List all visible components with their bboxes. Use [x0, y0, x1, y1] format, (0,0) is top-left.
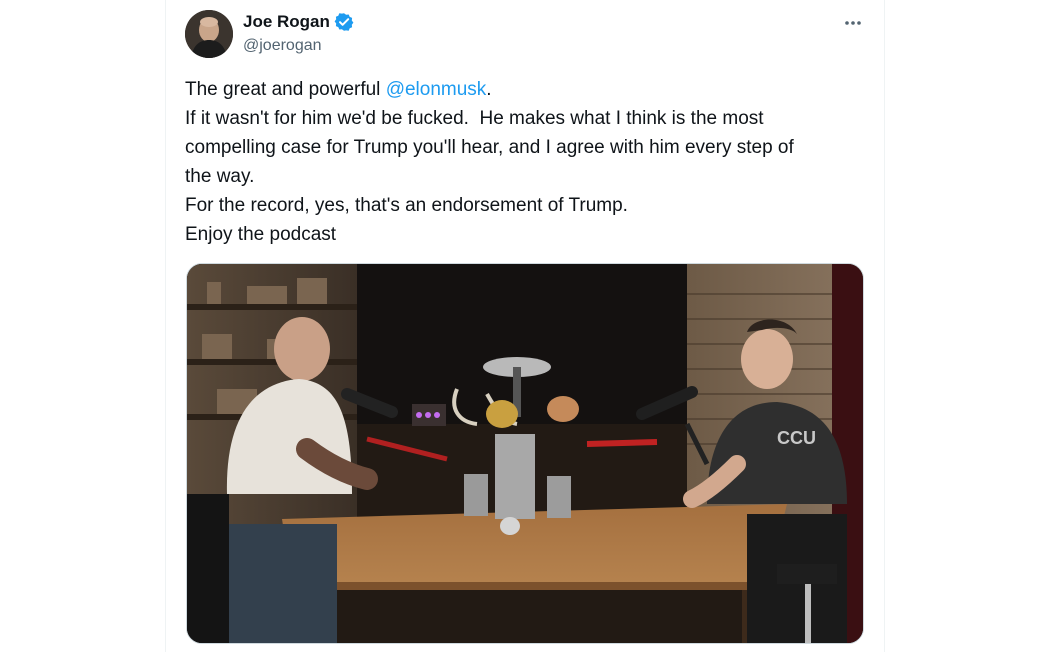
- tweet-text-line: Enjoy the podcast: [185, 224, 337, 245]
- text-segment: The great and powerful: [185, 79, 386, 100]
- tweet-text-line: If it wasn't for him we'd be fucked. He …: [185, 108, 764, 129]
- mention-link[interactable]: @elonmusk: [386, 79, 487, 100]
- avatar[interactable]: [185, 10, 233, 58]
- tweet-text-line: the way.: [185, 166, 255, 187]
- tweet-text: The great and powerful @elonmusk. If it …: [185, 75, 855, 249]
- tweet-media-photo[interactable]: CCU: [186, 263, 864, 644]
- verified-badge-icon: [334, 12, 354, 32]
- avatar-photo: [185, 10, 233, 58]
- author-handle[interactable]: @joerogan: [243, 36, 322, 56]
- more-options-button[interactable]: [838, 8, 868, 38]
- author-name[interactable]: Joe Rogan: [243, 12, 330, 32]
- tweet-text-line: For the record, yes, that's an endorseme…: [185, 195, 628, 216]
- text-segment: .: [486, 79, 492, 100]
- tweet-text-line: The great and powerful @elonmusk.: [185, 75, 855, 104]
- podcast-studio-photo: CCU: [187, 264, 863, 643]
- shirt-print: CCU: [777, 428, 816, 448]
- timeline-border-right: [884, 0, 885, 652]
- tweet[interactable]: Joe Rogan @joerogan The great and powerf…: [166, 0, 884, 652]
- tweet-text-line: compelling case for Trump you'll hear, a…: [185, 137, 794, 158]
- more-horizontal-icon: [845, 21, 861, 25]
- author-name-row[interactable]: Joe Rogan: [243, 12, 354, 32]
